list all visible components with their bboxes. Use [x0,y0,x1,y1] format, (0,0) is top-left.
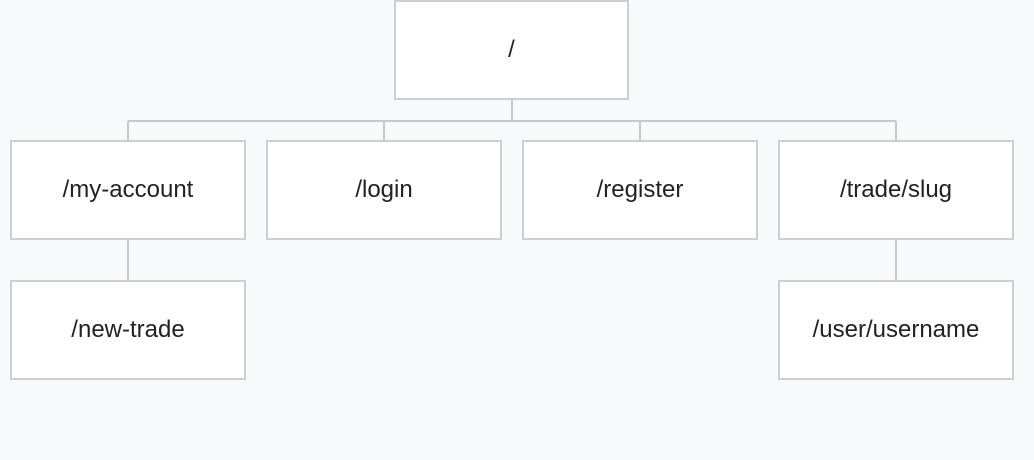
node-user-username-label: /user/username [812,316,980,343]
node-new-trade[interactable]: /new-trade [10,280,246,380]
node-user-username[interactable]: /user/username [778,280,1014,380]
node-new-trade-label: /new-trade [71,316,185,343]
node-root-label: / [508,36,515,63]
sitemap-diagram: / /my-account /login /register /trade/sl… [0,0,1034,460]
node-login[interactable]: /login [266,140,502,240]
node-my-account-label: /my-account [62,176,194,203]
node-root[interactable]: / [394,0,629,100]
node-register-label: /register [596,176,684,203]
node-trade-slug[interactable]: /trade/slug [778,140,1014,240]
node-login-label: /login [355,176,413,203]
node-my-account[interactable]: /my-account [10,140,246,240]
node-register[interactable]: /register [522,140,758,240]
node-trade-slug-label: /trade/slug [839,176,953,203]
